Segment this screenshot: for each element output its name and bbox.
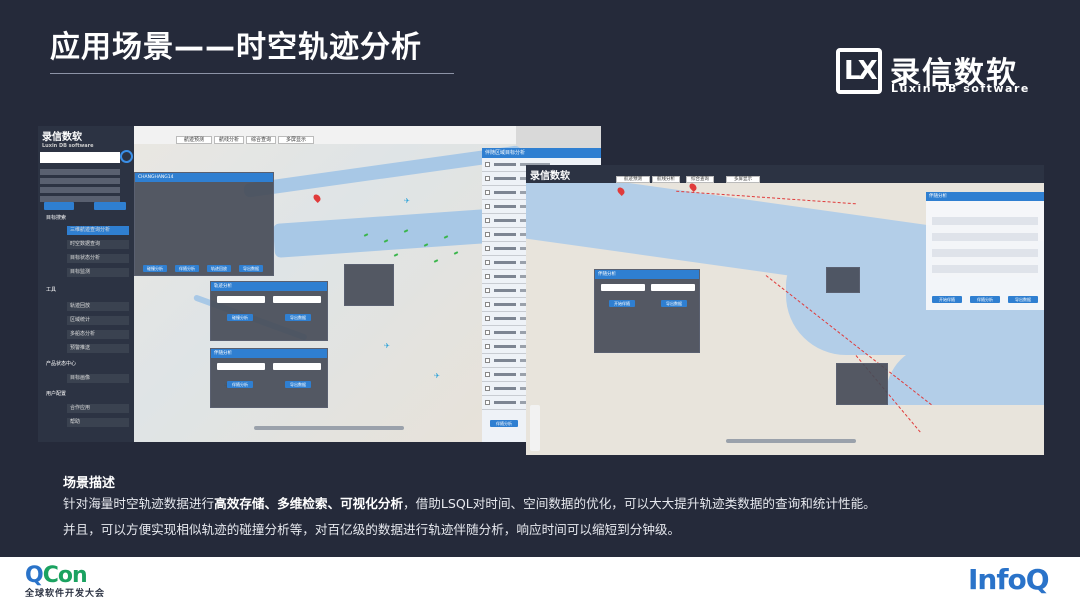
panel-title: CHANGHANG14 [135, 173, 273, 182]
track-analysis-panel: 轨迹分析 碰撞分析 导出数据 [210, 281, 328, 341]
brand-mark-icon: LX [836, 48, 882, 94]
nav-item[interactable]: 预警推送 [67, 344, 129, 353]
panel-title: 伴随区域目标分析 [482, 148, 601, 158]
river [243, 145, 523, 198]
nav-item[interactable]: 区域统计 [67, 316, 129, 325]
location-pin-icon[interactable] [688, 182, 698, 192]
nav-item[interactable]: 目标画像 [67, 374, 129, 383]
infoq-logo: InfoQ [968, 563, 1050, 596]
export-button[interactable]: 导出数据 [661, 300, 687, 307]
sidebar: 录信数软 Luxin DB software 目标搜索 三维航迹查询分析 时空数据… [38, 126, 134, 442]
tab-3[interactable]: 综合查询 [246, 136, 276, 144]
end-time-field[interactable] [273, 296, 321, 303]
location-pin-icon[interactable] [312, 193, 322, 203]
screenshot-accompany-analysis: 录信数软 航迹预测 航线分析 综合查询 多屏显示 伴随分析 开始伴随 导出数据 … [526, 165, 1044, 455]
ship-detail-panel: CHANGHANG14 碰撞分析 伴随分析 轨迹回放 导出数据 [134, 172, 274, 276]
timeline-slider[interactable] [254, 426, 404, 430]
start-time-field[interactable] [601, 284, 645, 291]
export-button[interactable]: 导出数据 [285, 314, 311, 321]
nav-group-status[interactable]: 产品状态中心 [38, 360, 134, 369]
query-button[interactable] [94, 202, 126, 210]
ship-marker[interactable] [453, 251, 459, 255]
app-logo: 录信数软 Luxin DB software [42, 132, 94, 149]
tab-2[interactable]: 航线分析 [214, 136, 244, 144]
start-accompany-button[interactable]: 开始伴随 [932, 296, 962, 303]
tab-1[interactable]: 航迹预测 [616, 176, 650, 183]
qcon-logo: QCon 全球软件开发大会 [25, 563, 106, 599]
panel-title: 伴随分析 [926, 192, 1044, 201]
plane-icon: ✈ [434, 372, 440, 380]
ship-info-popup [344, 264, 394, 306]
river [886, 345, 1044, 405]
ship-info-popup [836, 363, 888, 405]
accompany-analysis-panel: 伴随分析 伴随分析 导出数据 [210, 348, 328, 408]
brand-logo: LX 录信数软 Luxin DB software [836, 48, 1036, 98]
ship-marker[interactable] [433, 259, 439, 263]
plane-icon: ✈ [404, 197, 410, 205]
tab-3[interactable]: 综合查询 [686, 176, 714, 183]
export-button[interactable]: 导出数据 [285, 381, 311, 388]
collision-button[interactable]: 碰撞分析 [143, 265, 167, 272]
panel-title: 伴随分析 [595, 270, 699, 279]
tab-2[interactable]: 航线分析 [652, 176, 680, 183]
export-button[interactable]: 导出数据 [239, 265, 263, 272]
start-time-field[interactable] [217, 296, 265, 303]
nav-item[interactable]: 目标状态分析 [67, 254, 129, 263]
description-line-1: 针对海量时空轨迹数据进行高效存储、多维检索、可视化分析，借助LSQL对时间、空间… [63, 496, 876, 511]
tab-4[interactable]: 多屏显示 [278, 136, 314, 144]
search-icon[interactable] [120, 150, 133, 163]
nav-item-track-query[interactable]: 三维航迹查询分析 [67, 226, 129, 235]
panel-title: 伴随分析 [211, 349, 327, 358]
accompany-analysis-panel: 伴随分析 开始伴随 导出数据 [594, 269, 700, 353]
nav-group-search[interactable]: 目标搜索 [38, 214, 134, 223]
result-table[interactable] [932, 217, 1038, 277]
title-rule [50, 73, 454, 74]
qcon-subtitle: 全球软件开发大会 [25, 589, 106, 599]
analyze-button[interactable]: 碰撞分析 [227, 314, 253, 321]
start-accompany-button[interactable]: 开始伴随 [609, 300, 635, 307]
nav-group-tools[interactable]: 工具 [38, 286, 134, 295]
description-line-2: 并且，可以方便实现相似轨迹的碰撞分析等，对百亿级的数据进行轨迹伴随分析，响应时间… [63, 522, 681, 537]
tab-bar: 航迹预测 航线分析 综合查询 多屏显示 [134, 126, 516, 144]
end-time-field[interactable] [273, 363, 321, 370]
nav-item[interactable]: 轨迹回放 [67, 302, 129, 311]
export-button[interactable]: 导出数据 [1008, 296, 1038, 303]
nav-group-user[interactable]: 用户配置 [38, 390, 134, 399]
start-time-field[interactable] [217, 363, 265, 370]
nav-item[interactable]: 多船态分析 [67, 330, 129, 339]
nav-item[interactable]: 帮助 [67, 418, 129, 427]
accompany-button[interactable]: 伴随分析 [490, 420, 518, 427]
accompany-button[interactable]: 伴随分析 [175, 265, 199, 272]
zoom-control[interactable] [530, 405, 540, 451]
page-title: 应用场景——时空轨迹分析 [50, 30, 422, 65]
tab-1[interactable]: 航迹预测 [176, 136, 212, 144]
nav-item[interactable]: 时空数据查询 [67, 240, 129, 249]
reset-button[interactable] [44, 202, 74, 210]
footer: QCon 全球软件开发大会 InfoQ [0, 557, 1080, 608]
timeline-slider[interactable] [726, 439, 856, 443]
top-bar: 录信数软 航迹预测 航线分析 综合查询 多屏显示 [526, 165, 1044, 183]
accompany-result-panel: 伴随分析 开始伴随 伴随分析 导出数据 [926, 192, 1044, 310]
app-logo: 录信数软 [530, 171, 570, 182]
description-heading: 场景描述 [63, 476, 116, 491]
tab-4[interactable]: 多屏显示 [726, 176, 760, 183]
nav-item[interactable]: 目标监测 [67, 268, 129, 277]
end-time-field[interactable] [651, 284, 695, 291]
ship-marker[interactable] [393, 253, 399, 257]
nav-item[interactable]: 合作应用 [67, 404, 129, 413]
accompany-button[interactable]: 伴随分析 [970, 296, 1000, 303]
panel-title: 轨迹分析 [211, 282, 327, 291]
legend-popup [826, 267, 860, 293]
replay-button[interactable]: 轨迹回放 [207, 265, 231, 272]
analyze-button[interactable]: 伴随分析 [227, 381, 253, 388]
plane-icon: ✈ [384, 342, 390, 350]
search-input[interactable] [40, 152, 120, 163]
brand-name-en: Luxin DB software [891, 82, 1030, 95]
screenshot-trajectory-app: 航迹预测 航线分析 综合查询 多屏显示 ✈ ✈ ✈ ✈ 录信数软Luxin DB… [38, 126, 601, 442]
